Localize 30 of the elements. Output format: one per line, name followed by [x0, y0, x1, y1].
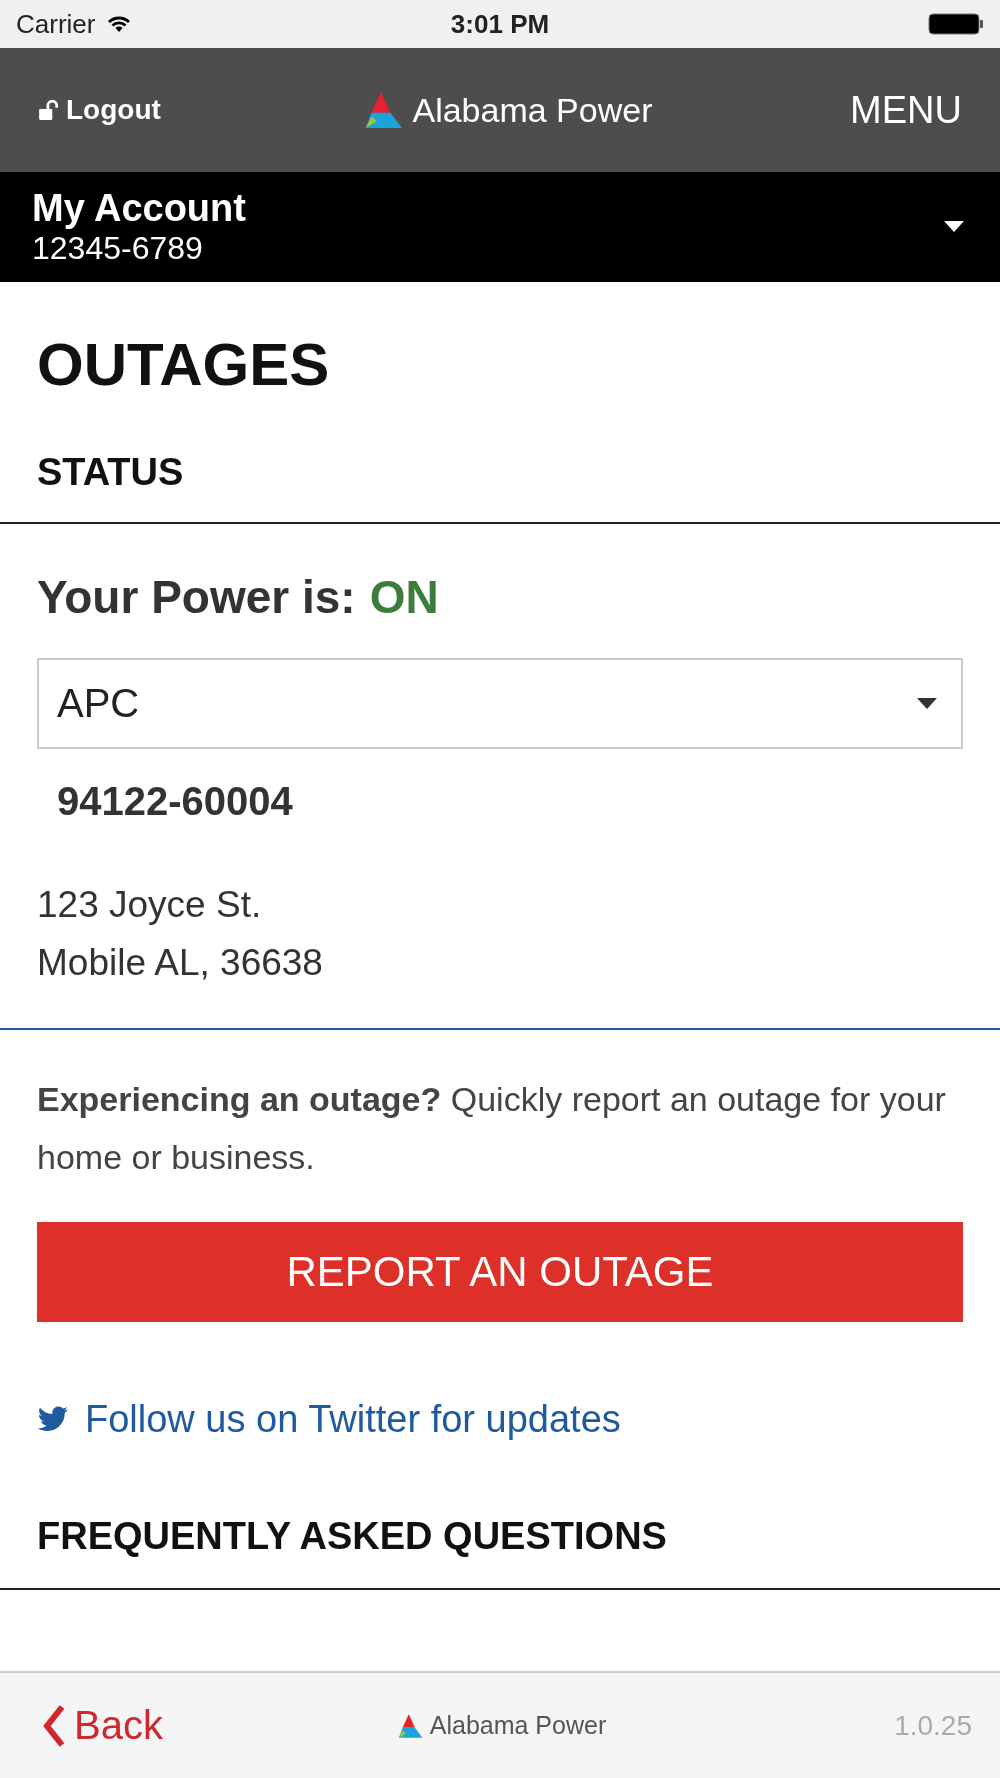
wifi-icon — [107, 15, 132, 33]
back-button[interactable]: Back — [42, 1703, 163, 1748]
power-state: ON — [369, 570, 439, 624]
twitter-link[interactable]: Follow us on Twitter for updates — [37, 1398, 963, 1441]
brand-name: Alabama Power — [429, 1711, 607, 1740]
chevron-left-icon — [42, 1703, 66, 1748]
logout-button[interactable]: Logout — [38, 94, 161, 126]
power-label: Your Power is: — [37, 570, 356, 624]
caret-icon — [917, 697, 937, 710]
caret-icon — [944, 221, 964, 233]
unlock-icon — [38, 99, 60, 121]
battery-icon — [928, 13, 984, 35]
brand-name: Alabama Power — [412, 90, 653, 130]
account-selector[interactable]: My Account 12345-6789 — [0, 172, 1000, 282]
bird-icon — [37, 1406, 69, 1433]
address-line: Mobile AL, 36638 — [37, 941, 324, 985]
section-heading: FREQUENTLY ASKED QUESTIONS — [37, 1515, 668, 1558]
carrier-name: Carrier — [16, 8, 96, 40]
account-number: 12345-6789 — [32, 230, 204, 267]
premise-number: 94122-60004 — [57, 779, 294, 824]
clock-time: 3:01 PM — [450, 8, 550, 40]
section-heading: STATUS — [37, 451, 185, 494]
app-version: 1.0.25 — [894, 1709, 972, 1742]
report-prompt: Experiencing an outage? Quickly report an outage for your home or business. — [37, 1079, 947, 1178]
address-line: 123 Joyce St. — [37, 883, 263, 927]
menu-button[interactable]: MENU — [850, 88, 962, 132]
report-outage-button[interactable]: REPORT AN OUTAGE — [37, 1222, 963, 1322]
page-title: OUTAGES — [37, 330, 331, 399]
premise-dropdown[interactable]: APC — [37, 658, 963, 749]
account-title: My Account — [32, 187, 246, 230]
